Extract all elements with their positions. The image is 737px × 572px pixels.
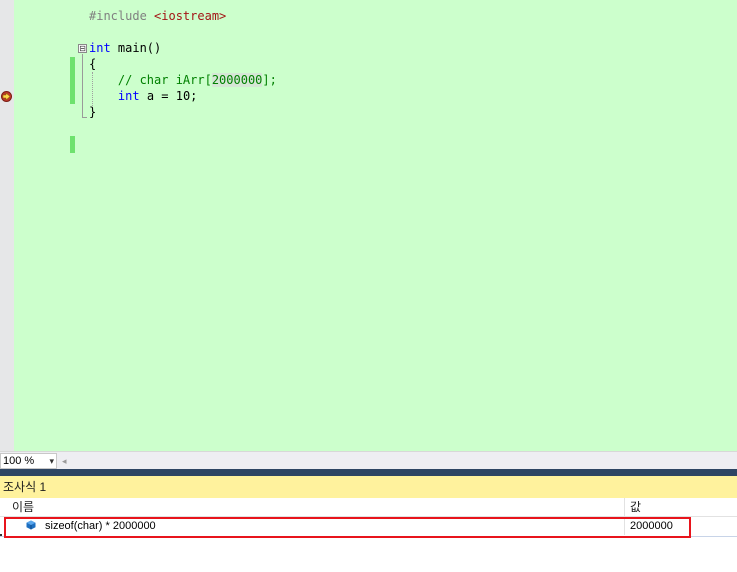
panel-splitter[interactable] — [0, 469, 737, 476]
code-token: <iostream> — [154, 9, 227, 23]
zoom-value: 100 % — [3, 455, 35, 467]
code-token: int — [117, 89, 140, 103]
code-token: int — [89, 41, 111, 55]
column-header-name[interactable]: 이름 — [12, 499, 34, 515]
code-token: // char iArr[ — [89, 73, 212, 87]
outline-guide-line — [82, 54, 83, 118]
chevron-down-icon: ▾ — [49, 456, 54, 466]
scroll-left-icon[interactable]: ◂ — [62, 453, 67, 469]
change-tracking-bar — [70, 136, 75, 153]
editor-status-bar: 100 % ▾ ◂ — [0, 451, 737, 470]
code-line-main-signature[interactable]: int main() — [89, 40, 161, 56]
code-line-close-brace[interactable]: } — [89, 104, 96, 120]
code-editor[interactable]: ⊟ #include <iostream> int main() { // ch… — [0, 0, 737, 451]
column-header-value[interactable]: 값 — [630, 499, 641, 515]
code-token: 2000000 — [211, 73, 263, 87]
watch-window-title-bar[interactable]: 조사식 1 — [0, 476, 737, 498]
code-token: a = 10; — [139, 89, 198, 103]
watch-column-header: 이름 값 — [0, 498, 737, 517]
zoom-dropdown[interactable]: 100 % ▾ — [0, 453, 57, 469]
change-tracking-bar — [70, 57, 75, 104]
code-line-declaration[interactable]: int a = 10; — [89, 88, 197, 104]
code-token: #include — [89, 9, 155, 23]
watch-window-title: 조사식 1 — [3, 480, 47, 494]
code-token: { — [89, 57, 97, 71]
code-line-comment[interactable]: // char iArr[2000000]; — [89, 72, 277, 88]
current-statement-arrow-icon — [1, 91, 12, 102]
indicator-margin[interactable] — [0, 0, 14, 451]
code-line-open-brace[interactable]: { — [89, 56, 96, 72]
code-token: ]; — [262, 73, 277, 87]
code-token: } — [89, 105, 97, 119]
code-line-include[interactable]: #include <iostream> — [89, 8, 226, 24]
code-token: main() — [110, 41, 162, 55]
collapse-outline-icon[interactable]: ⊟ — [78, 44, 87, 53]
column-separator[interactable] — [624, 498, 625, 516]
outline-guide-end — [82, 117, 87, 118]
row-marker — [0, 534, 2, 536]
highlight-annotation-box — [4, 517, 691, 538]
